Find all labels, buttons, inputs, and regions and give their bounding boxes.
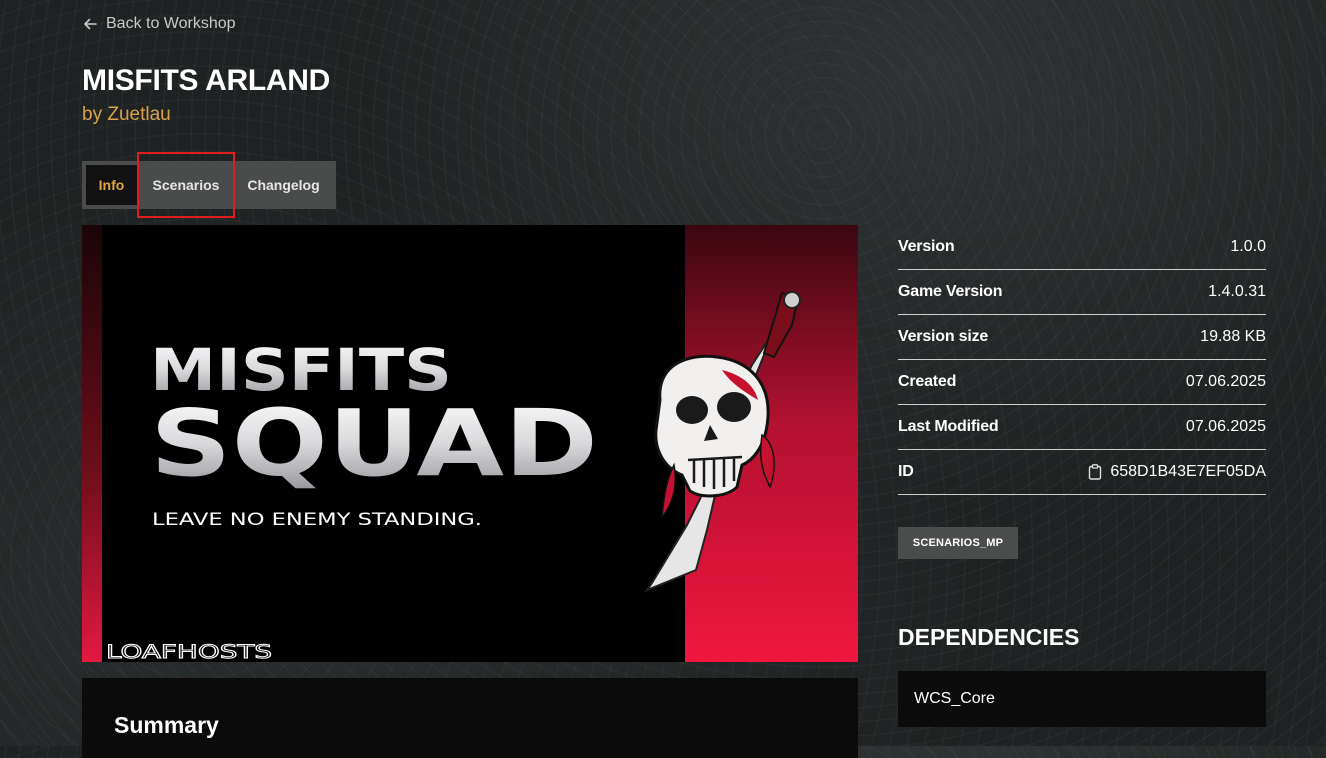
summary-panel: Summary: [82, 678, 858, 758]
clipboard-icon[interactable]: [1088, 464, 1102, 480]
meta-label: ID: [898, 463, 914, 480]
mod-meta-table: Version 1.0.0 Game Version 1.4.0.31 Vers…: [898, 225, 1266, 495]
meta-row-game-version: Game Version 1.4.0.31: [898, 270, 1266, 315]
tab-changelog[interactable]: Changelog: [235, 165, 332, 205]
meta-value: 07.06.2025: [1185, 418, 1266, 435]
meta-row-id: ID 658D1B43E7EF05DA: [898, 450, 1266, 495]
banner-tagline: LEAVE NO ENEMY STANDING.: [152, 510, 482, 530]
tab-scenarios[interactable]: Scenarios: [137, 152, 235, 218]
meta-label: Version size: [898, 328, 989, 345]
mod-banner-image: MISFITS SQUAD LEAVE NO ENEMY STANDING. L…: [82, 225, 858, 662]
meta-label: Game Version: [898, 283, 1003, 300]
dependencies-heading: DEPENDENCIES: [898, 624, 1080, 650]
meta-row-version: Version 1.0.0: [898, 225, 1266, 270]
meta-label: Created: [898, 373, 957, 390]
tab-info[interactable]: Info: [86, 165, 137, 205]
meta-label: Last Modified: [898, 418, 999, 435]
tab-bar: Info Scenarios Changelog: [82, 152, 336, 218]
meta-row-last-modified: Last Modified 07.06.2025: [898, 405, 1266, 450]
meta-value: 1.0.0: [1230, 238, 1266, 255]
meta-row-version-size: Version size 19.88 KB: [898, 315, 1266, 360]
meta-value: 1.4.0.31: [1208, 283, 1266, 300]
meta-value-id: 658D1B43E7EF05DA: [1110, 463, 1266, 480]
banner-sponsor: LOAFHOSTS: [106, 641, 272, 662]
meta-value: 19.88 KB: [1200, 328, 1266, 345]
skull-dagger-graphic: [644, 291, 801, 593]
mod-title: MISFITS ARLAND: [82, 64, 331, 97]
tag-badge[interactable]: SCENARIOS_MP: [898, 527, 1018, 559]
meta-label: Version: [898, 238, 955, 255]
arrow-left-icon: [84, 18, 97, 30]
back-to-workshop-link[interactable]: Back to Workshop: [82, 15, 236, 33]
banner-title-line2: SQUAD: [150, 390, 598, 497]
meta-value: 07.06.2025: [1185, 373, 1266, 390]
summary-heading: Summary: [114, 712, 219, 738]
dependency-item[interactable]: WCS_Core: [898, 671, 1266, 727]
mod-author[interactable]: by Zuetlau: [82, 104, 171, 126]
meta-row-created: Created 07.06.2025: [898, 360, 1266, 405]
back-label: Back to Workshop: [106, 15, 236, 32]
